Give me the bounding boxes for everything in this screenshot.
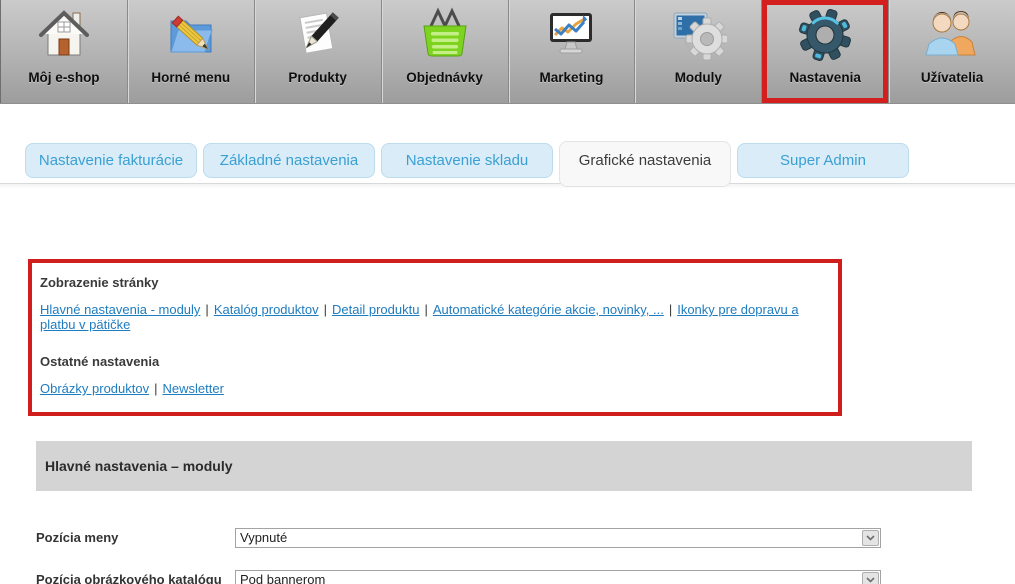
- tab-nastavenie-skladu[interactable]: Nastavenie skladu: [381, 143, 553, 178]
- link-obrazky-produktov[interactable]: Obrázky produktov: [40, 381, 149, 396]
- top-navigation-bar: Môj e-shop Horné menu: [0, 0, 1015, 104]
- nav-item-marketing[interactable]: Marketing: [509, 0, 636, 103]
- nav-item-uzivatelia[interactable]: Užívatelia: [889, 0, 1015, 103]
- nav-label: Objednávky: [406, 70, 483, 95]
- link-separator: |: [424, 302, 427, 317]
- link-separator: |: [154, 381, 157, 396]
- tab-nastavenie-fakturacie[interactable]: Nastavenie fakturácie: [25, 143, 197, 178]
- section-header-title: Hlavné nastavenia – moduly: [45, 458, 233, 474]
- document-pencil-icon: [290, 0, 346, 70]
- section-title-ostatne-nastavenia: Ostatné nastavenia: [40, 354, 828, 369]
- tab-super-admin[interactable]: Super Admin: [737, 143, 909, 178]
- nav-item-objednavky[interactable]: Objednávky: [382, 0, 509, 103]
- settings-form: Pozícia meny Vypnuté Pozícia obrázkového…: [36, 528, 1015, 584]
- chevron-down-icon: [862, 530, 879, 546]
- link-hlavne-nastavenia-moduly[interactable]: Hlavné nastavenia - moduly: [40, 302, 200, 317]
- nav-label: Marketing: [540, 70, 604, 95]
- gears-icon: [796, 0, 854, 70]
- link-automaticke-kategorie[interactable]: Automatické kategórie akcie, novinky, ..…: [433, 302, 664, 317]
- nav-label: Horné menu: [151, 70, 230, 95]
- nav-item-moduly[interactable]: Moduly: [635, 0, 762, 103]
- nav-item-moj-eshop[interactable]: Môj e-shop: [0, 0, 128, 103]
- nav-label: Užívatelia: [921, 70, 983, 95]
- links-row-ostatne: Obrázky produktov | Newsletter: [40, 381, 828, 396]
- nav-item-horne-menu[interactable]: Horné menu: [128, 0, 255, 103]
- settings-tabbar: Nastavenie fakturácie Základné nastaveni…: [0, 104, 1015, 189]
- link-separator: |: [205, 302, 208, 317]
- link-detail-produktu[interactable]: Detail produktu: [332, 302, 419, 317]
- monitor-gear-icon: [669, 0, 727, 70]
- house-icon: [37, 0, 91, 70]
- form-row-pozicia-meny: Pozícia meny Vypnuté: [36, 528, 1015, 548]
- nav-label: Produkty: [288, 70, 347, 95]
- link-newsletter[interactable]: Newsletter: [163, 381, 224, 396]
- field-label: Pozícia obrázkového katalógu na indexe: [36, 570, 235, 584]
- nav-label: Nastavenia: [790, 70, 861, 95]
- users-icon: [923, 0, 981, 70]
- quick-links-box: Zobrazenie stránky Hlavné nastavenia - m…: [28, 259, 842, 416]
- link-separator: |: [324, 302, 327, 317]
- pozicia-meny-select[interactable]: Vypnuté: [235, 528, 881, 548]
- select-value: Vypnuté: [236, 529, 287, 547]
- form-row-pozicia-obrazkoveho-katalogu: Pozícia obrázkového katalógu na indexe P…: [36, 570, 1015, 584]
- pozicia-obrazkoveho-katalogu-select[interactable]: Pod bannerom: [235, 570, 881, 584]
- section-header-hlavne-nastavenia-moduly: Hlavné nastavenia – moduly: [36, 441, 972, 491]
- field-label: Pozícia meny: [36, 528, 235, 546]
- link-katalog-produktov[interactable]: Katalóg produktov: [214, 302, 319, 317]
- nav-label: Moduly: [675, 70, 722, 95]
- tab-graficke-nastavenia[interactable]: Grafické nastavenia: [559, 141, 731, 187]
- section-title-zobrazenie-stranky: Zobrazenie stránky: [40, 275, 828, 290]
- select-value: Pod bannerom: [236, 571, 325, 584]
- nav-item-produkty[interactable]: Produkty: [255, 0, 382, 103]
- folder-pencil-icon: [163, 0, 219, 70]
- nav-label: Môj e-shop: [28, 70, 99, 95]
- link-separator: |: [669, 302, 672, 317]
- monitor-chart-icon: [542, 0, 600, 70]
- links-row-zobrazenie: Hlavné nastavenia - moduly | Katalóg produ…: [40, 302, 828, 332]
- tab-zakladne-nastavenia[interactable]: Základné nastavenia: [203, 143, 375, 178]
- basket-icon: [417, 0, 473, 70]
- nav-item-nastavenia[interactable]: Nastavenia: [762, 0, 889, 103]
- chevron-down-icon: [862, 572, 879, 584]
